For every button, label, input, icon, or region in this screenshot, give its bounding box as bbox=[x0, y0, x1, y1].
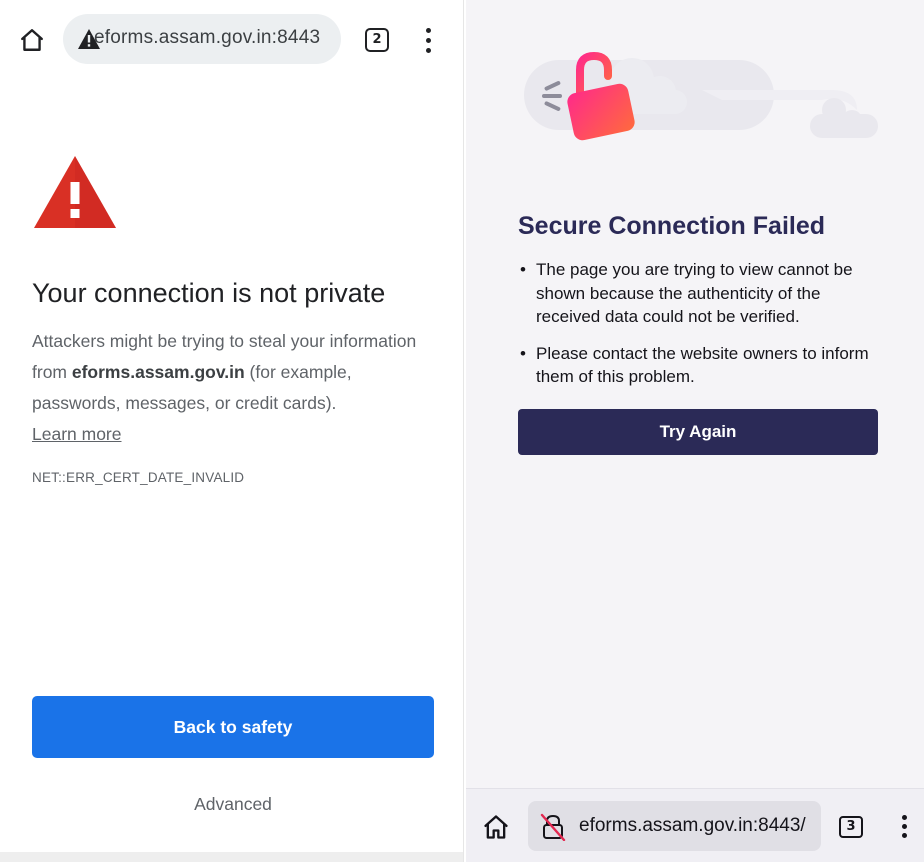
try-again-button[interactable]: Try Again bbox=[518, 409, 878, 455]
list-item: Please contact the website owners to inf… bbox=[518, 342, 878, 389]
address-bar-url: eforms.assam.gov.in:8443 bbox=[94, 27, 321, 48]
address-bar[interactable]: eforms.assam.gov.in:8443 bbox=[63, 14, 341, 64]
home-icon[interactable] bbox=[482, 813, 510, 841]
bottom-edge bbox=[0, 852, 463, 862]
more-vert-icon[interactable] bbox=[419, 27, 437, 53]
firefox-toolbar: eforms.assam.gov.in:8443/ 3 bbox=[466, 788, 924, 862]
address-bar-url: eforms.assam.gov.in:8443/ bbox=[579, 815, 806, 836]
page-title: Your connection is not private bbox=[32, 278, 386, 308]
insecure-lock-icon bbox=[540, 813, 566, 841]
domain-text: eforms.assam.gov.in bbox=[71, 362, 245, 382]
advanced-button[interactable]: Advanced bbox=[32, 786, 434, 822]
address-bar[interactable]: eforms.assam.gov.in:8443/ bbox=[528, 801, 821, 851]
list-item: The page you are trying to view cannot b… bbox=[518, 258, 878, 329]
chrome-toolbar: eforms.assam.gov.in:8443 2 bbox=[0, 0, 463, 80]
more-vert-icon[interactable] bbox=[898, 813, 912, 841]
broken-lock-illustration bbox=[524, 51, 878, 141]
home-button[interactable] bbox=[14, 22, 50, 58]
error-triangle-icon bbox=[34, 156, 116, 228]
interstitial-description: Attackers might be trying to steal your … bbox=[32, 326, 442, 450]
error-code: NET::ERR_CERT_DATE_INVALID bbox=[32, 470, 245, 485]
error-details-list: The page you are trying to view cannot b… bbox=[518, 258, 878, 402]
learn-more-link[interactable]: Learn more bbox=[32, 424, 122, 444]
tab-counter-button[interactable]: 3 bbox=[839, 816, 863, 838]
tab-switcher-button[interactable]: 2 bbox=[365, 28, 389, 52]
chrome-window: eforms.assam.gov.in:8443 2 Your connecti… bbox=[0, 0, 464, 862]
back-to-safety-button[interactable]: Back to safety bbox=[32, 696, 434, 758]
home-icon bbox=[21, 29, 43, 51]
firefox-window: Secure Connection Failed The page you ar… bbox=[466, 0, 924, 862]
page-title: Secure Connection Failed bbox=[518, 212, 826, 240]
